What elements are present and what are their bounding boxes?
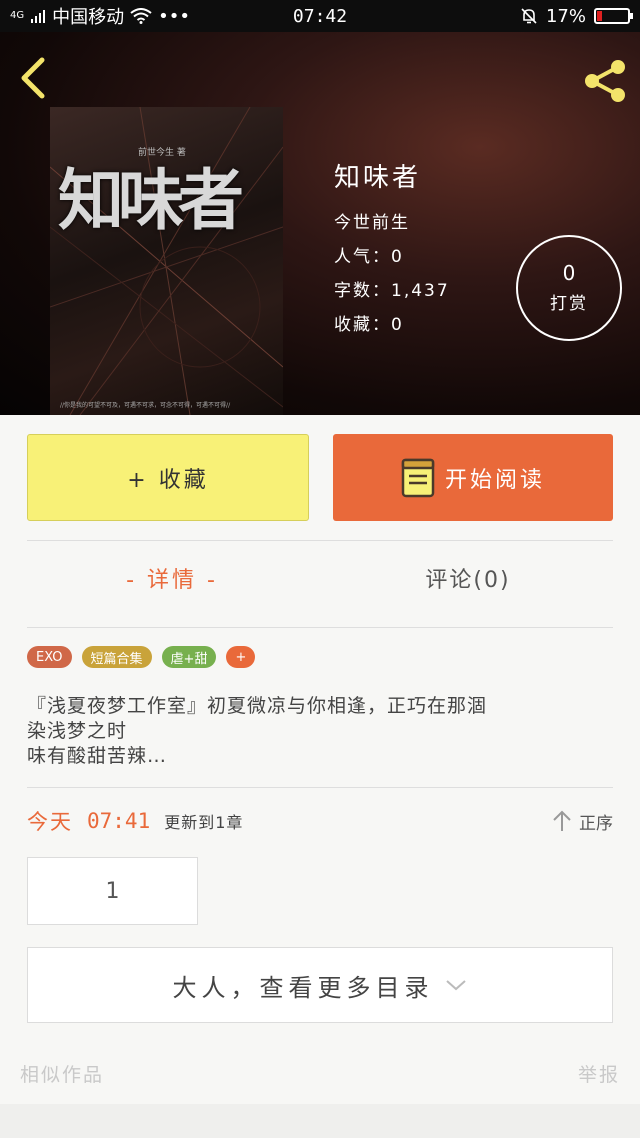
tab-detail[interactable]: - 详情 - xyxy=(27,562,317,594)
signal-bars-icon xyxy=(31,10,46,23)
mute-bell-icon xyxy=(521,8,537,24)
sort-toggle[interactable]: 正序 xyxy=(551,809,613,834)
cover-tagline: //你是我的可望不可及，可遇不可求，可念不可得，可遇不可得// xyxy=(60,402,231,409)
divider xyxy=(27,627,613,628)
book-icon xyxy=(401,458,435,497)
update-day: 今天 xyxy=(27,810,73,834)
update-text: 更新到1章 xyxy=(164,813,244,832)
wifi-icon xyxy=(130,8,152,24)
book-info: 知味者 今世前生 人气：0 字数：1,437 收藏：0 xyxy=(334,157,450,344)
reward-count: 0 xyxy=(562,261,576,285)
summary-line: 染浅梦之时 xyxy=(27,720,128,742)
book-favorites: 收藏：0 xyxy=(334,315,404,335)
status-left: 4G 中国移动 ••• xyxy=(10,3,190,29)
start-reading-button[interactable]: 开始阅读 xyxy=(333,434,613,521)
battery-percent: 17% xyxy=(545,5,586,27)
bottom-bar xyxy=(0,1104,640,1138)
tag-0[interactable]: EXO xyxy=(27,646,72,668)
cover-title-art: 知味者 xyxy=(58,161,244,239)
reward-button[interactable]: 0 打赏 xyxy=(516,235,622,341)
cover-subtitle: 前世今生 著 xyxy=(138,148,186,158)
summary-line: 『浅夏夜梦工作室』初夏微凉与你相逢，正巧在那涸 xyxy=(27,695,488,717)
collect-button[interactable]: + 收藏 xyxy=(27,434,309,521)
divider xyxy=(27,787,613,788)
tag-1[interactable]: 短篇合集 xyxy=(81,646,152,668)
sort-label: 正序 xyxy=(579,813,613,834)
tag-list: EXO 短篇合集 虐+甜 + xyxy=(27,646,256,668)
book-author: 今世前生 xyxy=(334,213,410,233)
arrow-up-icon xyxy=(553,810,571,831)
book-header: 知味者 前世今生 著 //你是我的可望不可及，可遇不可求，可念不可得，可遇不可得… xyxy=(0,32,640,415)
share-icon[interactable] xyxy=(580,56,630,106)
chapter-item[interactable]: 1 xyxy=(27,857,198,925)
battery-icon xyxy=(594,8,633,24)
start-reading-label: 开始阅读 xyxy=(444,467,545,493)
status-bar: 4G 中国移动 ••• 07:42 17% xyxy=(0,0,640,32)
more-dots: ••• xyxy=(158,5,190,27)
battery-level xyxy=(597,11,602,21)
tag-2[interactable]: 虐+甜 xyxy=(161,646,217,668)
carrier-name: 中国移动 xyxy=(52,7,125,28)
report-link[interactable]: 举报 xyxy=(578,1060,620,1087)
book-cover[interactable]: 知味者 前世今生 著 //你是我的可望不可及，可遇不可求，可念不可得，可遇不可得… xyxy=(50,107,283,415)
update-row: 今天 07:41 更新到1章 正序 xyxy=(27,806,613,836)
reward-label: 打赏 xyxy=(550,294,588,314)
tab-comments[interactable]: 评论(0) xyxy=(323,562,613,594)
chapter-number: 1 xyxy=(105,878,120,904)
summary-line: 味有酸甜苦辣… xyxy=(27,745,168,767)
book-summary: 『浅夏夜梦工作室』初夏微凉与你相逢，正巧在那涸 染浅梦之时 味有酸甜苦辣… xyxy=(27,694,613,769)
back-icon[interactable] xyxy=(14,54,54,102)
chevron-down-icon xyxy=(445,980,466,991)
more-catalog-label: 大人，查看更多目录 xyxy=(172,973,434,1002)
similar-works-link[interactable]: 相似作品 xyxy=(20,1060,104,1087)
more-catalog-button[interactable]: 大人，查看更多目录 xyxy=(27,947,613,1023)
book-title: 知味者 xyxy=(334,163,422,193)
update-time: 07:41 xyxy=(87,809,151,833)
book-popularity: 人气：0 xyxy=(334,247,404,267)
status-right: 17% xyxy=(520,5,633,27)
tag-3[interactable]: + xyxy=(226,646,256,668)
divider xyxy=(27,540,613,541)
collect-label: + 收藏 xyxy=(127,467,209,493)
signal-icon: 4G xyxy=(10,10,25,21)
book-word-count: 字数：1,437 xyxy=(334,281,450,301)
